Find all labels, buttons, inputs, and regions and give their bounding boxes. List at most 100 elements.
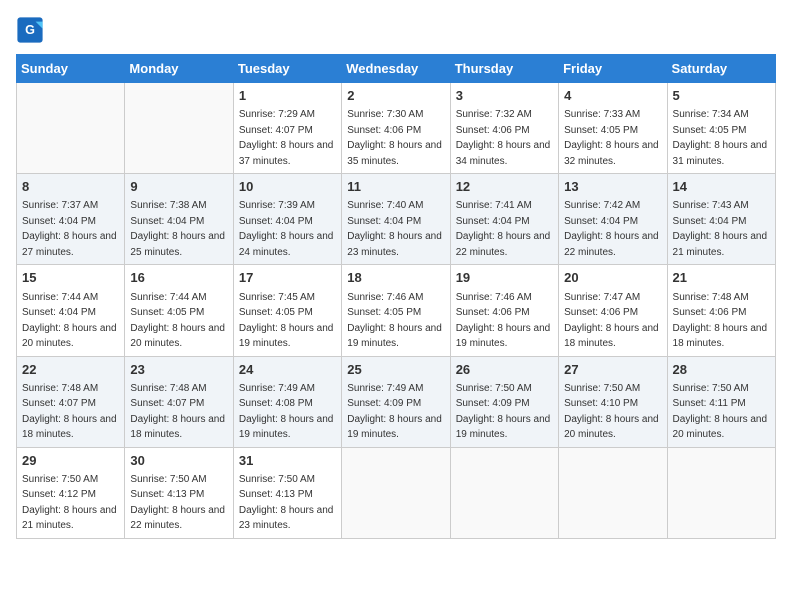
calendar-week-row: 22 Sunrise: 7:48 AMSunset: 4:07 PMDaylig… xyxy=(17,356,776,447)
calendar-day-cell: 15 Sunrise: 7:44 AMSunset: 4:04 PMDaylig… xyxy=(17,265,125,356)
day-number: 19 xyxy=(456,269,553,287)
day-number: 12 xyxy=(456,178,553,196)
weekday-header: Tuesday xyxy=(233,55,341,83)
day-number: 10 xyxy=(239,178,336,196)
day-number: 20 xyxy=(564,269,661,287)
day-number: 29 xyxy=(22,452,119,470)
day-number: 3 xyxy=(456,87,553,105)
calendar-day-cell: 18 Sunrise: 7:46 AMSunset: 4:05 PMDaylig… xyxy=(342,265,450,356)
calendar-week-row: 1 Sunrise: 7:29 AMSunset: 4:07 PMDayligh… xyxy=(17,83,776,174)
day-number: 15 xyxy=(22,269,119,287)
calendar-day-cell: 24 Sunrise: 7:49 AMSunset: 4:08 PMDaylig… xyxy=(233,356,341,447)
calendar-week-row: 8 Sunrise: 7:37 AMSunset: 4:04 PMDayligh… xyxy=(17,174,776,265)
page-header: G xyxy=(16,16,776,44)
day-info: Sunrise: 7:29 AMSunset: 4:07 PMDaylight:… xyxy=(239,109,334,167)
calendar-header: SundayMondayTuesdayWednesdayThursdayFrid… xyxy=(17,55,776,83)
day-number: 16 xyxy=(130,269,227,287)
calendar-day-cell: 16 Sunrise: 7:44 AMSunset: 4:05 PMDaylig… xyxy=(125,265,233,356)
calendar-day-cell: 31 Sunrise: 7:50 AMSunset: 4:13 PMDaylig… xyxy=(233,447,341,538)
calendar-day-cell: 9 Sunrise: 7:38 AMSunset: 4:04 PMDayligh… xyxy=(125,174,233,265)
day-number: 31 xyxy=(239,452,336,470)
calendar-day-cell: 20 Sunrise: 7:47 AMSunset: 4:06 PMDaylig… xyxy=(559,265,667,356)
day-info: Sunrise: 7:48 AMSunset: 4:07 PMDaylight:… xyxy=(130,383,225,441)
day-number: 23 xyxy=(130,361,227,379)
day-info: Sunrise: 7:37 AMSunset: 4:04 PMDaylight:… xyxy=(22,200,117,258)
calendar-day-cell: 1 Sunrise: 7:29 AMSunset: 4:07 PMDayligh… xyxy=(233,83,341,174)
day-number: 18 xyxy=(347,269,444,287)
svg-text:G: G xyxy=(25,23,35,37)
calendar-body: 1 Sunrise: 7:29 AMSunset: 4:07 PMDayligh… xyxy=(17,83,776,539)
day-info: Sunrise: 7:33 AMSunset: 4:05 PMDaylight:… xyxy=(564,109,659,167)
day-number: 24 xyxy=(239,361,336,379)
calendar-week-row: 15 Sunrise: 7:44 AMSunset: 4:04 PMDaylig… xyxy=(17,265,776,356)
calendar-day-cell: 5 Sunrise: 7:34 AMSunset: 4:05 PMDayligh… xyxy=(667,83,775,174)
day-number: 2 xyxy=(347,87,444,105)
day-info: Sunrise: 7:49 AMSunset: 4:08 PMDaylight:… xyxy=(239,383,334,441)
day-info: Sunrise: 7:30 AMSunset: 4:06 PMDaylight:… xyxy=(347,109,442,167)
calendar-day-cell: 29 Sunrise: 7:50 AMSunset: 4:12 PMDaylig… xyxy=(17,447,125,538)
day-number: 17 xyxy=(239,269,336,287)
day-info: Sunrise: 7:50 AMSunset: 4:12 PMDaylight:… xyxy=(22,474,117,532)
calendar-day-cell: 14 Sunrise: 7:43 AMSunset: 4:04 PMDaylig… xyxy=(667,174,775,265)
day-info: Sunrise: 7:50 AMSunset: 4:11 PMDaylight:… xyxy=(673,383,768,441)
calendar-day-cell: 30 Sunrise: 7:50 AMSunset: 4:13 PMDaylig… xyxy=(125,447,233,538)
day-info: Sunrise: 7:42 AMSunset: 4:04 PMDaylight:… xyxy=(564,200,659,258)
calendar-day-cell: 11 Sunrise: 7:40 AMSunset: 4:04 PMDaylig… xyxy=(342,174,450,265)
weekday-header-row: SundayMondayTuesdayWednesdayThursdayFrid… xyxy=(17,55,776,83)
calendar-day-cell: 10 Sunrise: 7:39 AMSunset: 4:04 PMDaylig… xyxy=(233,174,341,265)
calendar-day-cell: 27 Sunrise: 7:50 AMSunset: 4:10 PMDaylig… xyxy=(559,356,667,447)
day-info: Sunrise: 7:32 AMSunset: 4:06 PMDaylight:… xyxy=(456,109,551,167)
calendar-day-cell: 17 Sunrise: 7:45 AMSunset: 4:05 PMDaylig… xyxy=(233,265,341,356)
day-info: Sunrise: 7:44 AMSunset: 4:04 PMDaylight:… xyxy=(22,292,117,350)
calendar-day-cell xyxy=(450,447,558,538)
day-number: 26 xyxy=(456,361,553,379)
calendar-day-cell xyxy=(342,447,450,538)
day-info: Sunrise: 7:41 AMSunset: 4:04 PMDaylight:… xyxy=(456,200,551,258)
calendar-day-cell: 23 Sunrise: 7:48 AMSunset: 4:07 PMDaylig… xyxy=(125,356,233,447)
calendar-day-cell: 26 Sunrise: 7:50 AMSunset: 4:09 PMDaylig… xyxy=(450,356,558,447)
calendar-day-cell xyxy=(559,447,667,538)
logo-icon: G xyxy=(16,16,44,44)
day-number: 1 xyxy=(239,87,336,105)
calendar-day-cell: 28 Sunrise: 7:50 AMSunset: 4:11 PMDaylig… xyxy=(667,356,775,447)
day-number: 30 xyxy=(130,452,227,470)
calendar-day-cell xyxy=(125,83,233,174)
day-info: Sunrise: 7:50 AMSunset: 4:13 PMDaylight:… xyxy=(239,474,334,532)
weekday-header: Wednesday xyxy=(342,55,450,83)
day-info: Sunrise: 7:50 AMSunset: 4:13 PMDaylight:… xyxy=(130,474,225,532)
day-number: 4 xyxy=(564,87,661,105)
day-number: 25 xyxy=(347,361,444,379)
calendar-day-cell: 8 Sunrise: 7:37 AMSunset: 4:04 PMDayligh… xyxy=(17,174,125,265)
calendar-day-cell xyxy=(667,447,775,538)
day-info: Sunrise: 7:46 AMSunset: 4:06 PMDaylight:… xyxy=(456,292,551,350)
calendar-day-cell: 12 Sunrise: 7:41 AMSunset: 4:04 PMDaylig… xyxy=(450,174,558,265)
calendar-day-cell: 13 Sunrise: 7:42 AMSunset: 4:04 PMDaylig… xyxy=(559,174,667,265)
calendar-week-row: 29 Sunrise: 7:50 AMSunset: 4:12 PMDaylig… xyxy=(17,447,776,538)
day-info: Sunrise: 7:48 AMSunset: 4:07 PMDaylight:… xyxy=(22,383,117,441)
calendar-day-cell: 4 Sunrise: 7:33 AMSunset: 4:05 PMDayligh… xyxy=(559,83,667,174)
day-info: Sunrise: 7:45 AMSunset: 4:05 PMDaylight:… xyxy=(239,292,334,350)
day-info: Sunrise: 7:47 AMSunset: 4:06 PMDaylight:… xyxy=(564,292,659,350)
day-info: Sunrise: 7:38 AMSunset: 4:04 PMDaylight:… xyxy=(130,200,225,258)
day-number: 11 xyxy=(347,178,444,196)
day-info: Sunrise: 7:34 AMSunset: 4:05 PMDaylight:… xyxy=(673,109,768,167)
day-number: 9 xyxy=(130,178,227,196)
weekday-header: Saturday xyxy=(667,55,775,83)
day-number: 5 xyxy=(673,87,770,105)
day-info: Sunrise: 7:44 AMSunset: 4:05 PMDaylight:… xyxy=(130,292,225,350)
day-info: Sunrise: 7:50 AMSunset: 4:10 PMDaylight:… xyxy=(564,383,659,441)
day-info: Sunrise: 7:43 AMSunset: 4:04 PMDaylight:… xyxy=(673,200,768,258)
calendar-day-cell: 22 Sunrise: 7:48 AMSunset: 4:07 PMDaylig… xyxy=(17,356,125,447)
day-info: Sunrise: 7:46 AMSunset: 4:05 PMDaylight:… xyxy=(347,292,442,350)
calendar-day-cell: 2 Sunrise: 7:30 AMSunset: 4:06 PMDayligh… xyxy=(342,83,450,174)
logo: G xyxy=(16,16,48,44)
day-number: 13 xyxy=(564,178,661,196)
day-number: 14 xyxy=(673,178,770,196)
day-info: Sunrise: 7:39 AMSunset: 4:04 PMDaylight:… xyxy=(239,200,334,258)
calendar-day-cell: 21 Sunrise: 7:48 AMSunset: 4:06 PMDaylig… xyxy=(667,265,775,356)
day-info: Sunrise: 7:49 AMSunset: 4:09 PMDaylight:… xyxy=(347,383,442,441)
day-number: 21 xyxy=(673,269,770,287)
calendar-table: SundayMondayTuesdayWednesdayThursdayFrid… xyxy=(16,54,776,539)
day-number: 27 xyxy=(564,361,661,379)
calendar-day-cell: 25 Sunrise: 7:49 AMSunset: 4:09 PMDaylig… xyxy=(342,356,450,447)
